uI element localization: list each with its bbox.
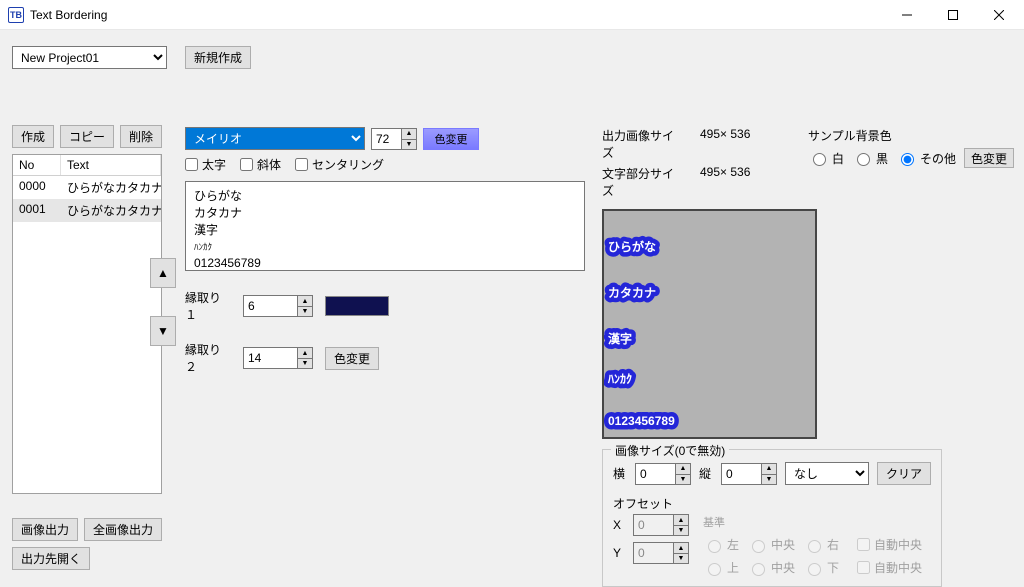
border2-label: 縁取り２: [185, 341, 231, 375]
text-size-value: 495× 536: [700, 165, 750, 199]
bg-other-radio[interactable]: その他: [896, 150, 956, 167]
preview-canvas: ひらがな カタカナ 漢字 ﾊﾝｶｸ 0123456789: [602, 209, 817, 439]
image-size-legend: 画像サイズ(0で無効): [611, 442, 729, 459]
font-color-button[interactable]: 色変更: [423, 128, 479, 150]
table-row[interactable]: 0000 ひらがなカタカナ: [13, 176, 161, 199]
new-project-button[interactable]: 新規作成: [185, 46, 251, 69]
clear-size-button[interactable]: クリア: [877, 462, 931, 485]
app-icon: TB: [8, 7, 24, 23]
basis-x-left[interactable]: 左: [703, 536, 739, 553]
offset-x-label: X: [613, 518, 625, 532]
col-text: Text: [61, 155, 161, 175]
offset-x-input[interactable]: [633, 514, 673, 536]
font-size-input[interactable]: [371, 128, 401, 150]
export-all-button[interactable]: 全画像出力: [84, 518, 162, 541]
move-down-button[interactable]: ▼: [150, 316, 176, 346]
text-textarea[interactable]: ひらがな カタカナ 漢字 ﾊﾝｶｸ 0123456789: [185, 181, 585, 271]
border1-up[interactable]: ▲: [297, 295, 313, 306]
maximize-button[interactable]: [930, 0, 976, 30]
basis-y-bottom[interactable]: 下: [803, 559, 839, 576]
center-checkbox[interactable]: センタリング: [295, 156, 384, 173]
basis-y-auto[interactable]: 自動中央: [857, 559, 922, 576]
border2-size-input[interactable]: [243, 347, 297, 369]
width-input[interactable]: [635, 463, 675, 485]
move-up-button[interactable]: ▲: [150, 258, 176, 288]
offset-label: オフセット: [613, 495, 931, 512]
offset-y-input[interactable]: [633, 542, 673, 564]
window-title: Text Bordering: [30, 8, 884, 22]
basis-x-right[interactable]: 右: [803, 536, 839, 553]
text-size-label: 文字部分サイズ: [602, 165, 682, 199]
height-input[interactable]: [721, 463, 761, 485]
output-size-value: 495× 536: [700, 127, 750, 161]
output-size-label: 出力画像サイズ: [602, 127, 682, 161]
project-select[interactable]: New Project01: [12, 46, 167, 69]
preview-line: ﾊﾝｶｸ: [607, 372, 632, 386]
grid-header: No Text: [13, 155, 161, 176]
export-image-button[interactable]: 画像出力: [12, 518, 78, 541]
create-button[interactable]: 作成: [12, 125, 54, 148]
italic-checkbox[interactable]: 斜体: [240, 156, 281, 173]
bg-black-radio[interactable]: 黒: [852, 150, 888, 167]
preview-line: 0123456789: [608, 414, 675, 428]
width-label: 横: [613, 465, 627, 482]
minimize-button[interactable]: [884, 0, 930, 30]
font-size-up[interactable]: ▲: [401, 128, 417, 139]
sample-bg-label: サンプル背景色: [808, 127, 1014, 144]
height-label: 縦: [699, 465, 713, 482]
scale-mode-select[interactable]: なし: [785, 462, 869, 485]
col-no: No: [13, 155, 61, 175]
border2-up[interactable]: ▲: [297, 347, 313, 358]
bg-white-radio[interactable]: 白: [808, 150, 844, 167]
titlebar: TB Text Bordering: [0, 0, 1024, 30]
border1-label: 縁取り１: [185, 289, 231, 323]
border1-down[interactable]: ▼: [297, 306, 313, 317]
basis-y-center[interactable]: 中央: [747, 559, 795, 576]
border1-size-input[interactable]: [243, 295, 297, 317]
bg-color-button[interactable]: 色変更: [964, 148, 1014, 168]
basis-x-center[interactable]: 中央: [747, 536, 795, 553]
font-size-down[interactable]: ▼: [401, 139, 417, 150]
border2-color-button[interactable]: 色変更: [325, 347, 379, 370]
basis-x-auto[interactable]: 自動中央: [857, 536, 922, 553]
basis-y-top[interactable]: 上: [703, 559, 739, 576]
open-output-button[interactable]: 出力先開く: [12, 547, 90, 570]
item-grid[interactable]: No Text 0000 ひらがなカタカナ 0001 ひらがなカタカナ: [12, 154, 162, 494]
offset-y-label: Y: [613, 546, 625, 560]
basis-label: 基準: [703, 514, 922, 530]
bold-checkbox[interactable]: 太字: [185, 156, 226, 173]
border1-color-swatch[interactable]: [325, 296, 389, 316]
preview-line: ひらがな: [608, 239, 656, 254]
preview-line: カタカナ: [608, 286, 656, 300]
preview-line: 漢字: [608, 331, 632, 346]
close-button[interactable]: [976, 0, 1022, 30]
table-row[interactable]: 0001 ひらがなカタカナ: [13, 199, 161, 222]
copy-button[interactable]: コピー: [60, 125, 114, 148]
font-select[interactable]: メイリオ: [185, 127, 365, 150]
border2-down[interactable]: ▼: [297, 358, 313, 369]
delete-button[interactable]: 削除: [120, 125, 162, 148]
